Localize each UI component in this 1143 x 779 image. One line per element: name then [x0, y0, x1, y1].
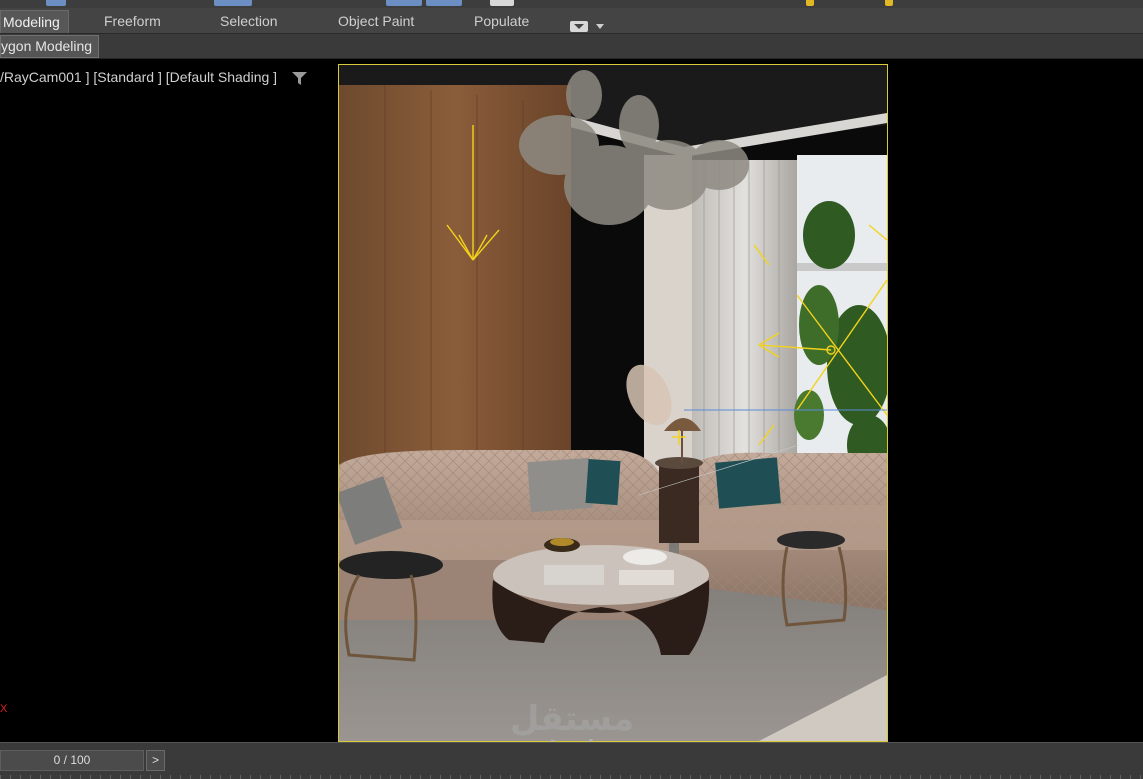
toolbar-button[interactable]: [386, 0, 422, 6]
camera-viewport[interactable]: /RayCam001 ] [Standard ] [Default Shadin…: [0, 59, 1143, 757]
ribbon-options-dropdown[interactable]: [570, 21, 604, 32]
ribbon-tab-bar: Modeling Freeform Selection Object Paint…: [0, 8, 1143, 34]
tab-selection[interactable]: Selection: [220, 10, 278, 32]
tab-object-paint[interactable]: Object Paint: [338, 10, 414, 32]
toolbar-button[interactable]: [426, 0, 462, 6]
tab-modeling[interactable]: Modeling: [0, 10, 69, 33]
toolbar-button[interactable]: [885, 0, 893, 6]
time-slider[interactable]: 0 / 100: [0, 750, 144, 771]
time-slider-bar: 0 / 100 >: [0, 742, 1143, 779]
toolbar-button[interactable]: [214, 0, 252, 6]
screen-dropdown-icon: [570, 21, 588, 32]
tab-freeform[interactable]: Freeform: [104, 10, 161, 32]
viewport-label[interactable]: /RayCam001 ] [Standard ] [Default Shadin…: [0, 69, 277, 85]
watermark-arabic: مستقل: [509, 699, 635, 739]
toolbar-button[interactable]: [490, 0, 514, 6]
ribbon-panel: ygon Modeling: [0, 34, 1143, 59]
main-toolbar: [0, 0, 1143, 8]
tab-populate[interactable]: Populate: [474, 10, 529, 32]
toolbar-button[interactable]: [46, 0, 66, 6]
safe-frame-render: [338, 64, 888, 742]
next-frame-button[interactable]: >: [146, 750, 165, 771]
polygon-modeling-button[interactable]: ygon Modeling: [0, 35, 100, 58]
chevron-down-icon: [596, 24, 604, 29]
toolbar-button[interactable]: [806, 0, 814, 6]
axis-tripod-x-label: X: [0, 703, 8, 715]
filter-icon[interactable]: [292, 72, 307, 85]
room-render-image: [339, 65, 887, 741]
timeline-ticks: [0, 775, 1143, 779]
